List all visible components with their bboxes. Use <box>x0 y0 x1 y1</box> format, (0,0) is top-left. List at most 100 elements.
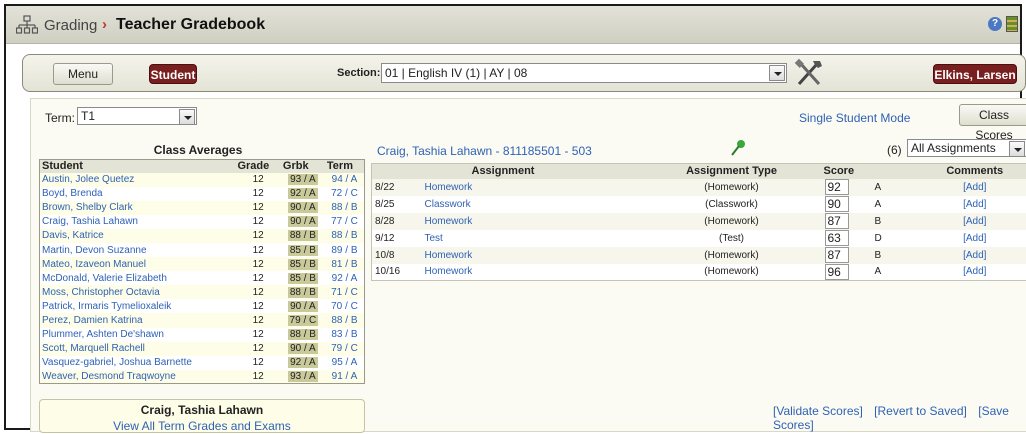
term-select[interactable]: T1 <box>77 107 197 125</box>
student-term[interactable]: 77 / C <box>324 214 365 229</box>
student-grbk: 88 / B <box>280 285 325 300</box>
app-window: Grading › Teacher Gradebook ? Menu Stude… <box>4 4 1026 433</box>
student-term[interactable]: 79 / C <box>324 341 365 356</box>
score-cell: 90 <box>821 195 872 213</box>
student-term[interactable]: 72 / C <box>324 186 365 201</box>
student-name-link[interactable]: Perez, Damien Katrina <box>39 313 236 328</box>
student-name-link[interactable]: Boyd, Brenda <box>39 186 236 201</box>
student-term[interactable]: 83 / B <box>324 327 365 342</box>
assignment-link[interactable]: Homework <box>421 178 642 196</box>
assignment-link[interactable]: Test <box>421 229 642 247</box>
student-name-link[interactable]: Moss, Christopher Octavia <box>39 285 236 300</box>
assignment-link[interactable]: Homework <box>421 212 642 230</box>
student-name-link[interactable]: Martin, Devon Suzanne <box>39 242 236 258</box>
student-name-link[interactable]: Craig, Tashia Lahawn <box>39 214 236 229</box>
help-icon[interactable]: ? <box>988 17 1002 31</box>
table-row[interactable]: Davis, Katrice 12 88 / B 88 / B <box>39 228 365 243</box>
score-input[interactable]: 90 <box>824 196 849 212</box>
add-comment-link[interactable]: [Add] <box>921 195 1026 213</box>
student-term[interactable]: 94 / A <box>324 172 365 187</box>
student-grade: 12 <box>235 257 281 272</box>
table-row[interactable]: Martin, Devon Suzanne 12 85 / B 89 / B <box>39 242 365 258</box>
score-input[interactable]: 87 <box>824 213 849 229</box>
selected-student-link[interactable]: Craig, Tashia Lahawn - 811185501 - 503 <box>377 144 592 158</box>
assignment-link[interactable]: Homework <box>421 246 642 264</box>
table-row[interactable]: McDonald, Valerie Elizabeth 12 85 / B 92 / … <box>39 271 365 286</box>
table-row[interactable]: Boyd, Brenda 12 92 / A 72 / C <box>39 186 365 201</box>
student-name-link[interactable]: Davis, Katrice <box>39 228 236 243</box>
add-comment-link[interactable]: [Add] <box>921 212 1026 230</box>
student-name-link[interactable]: Mateo, Izaveon Manuel <box>39 257 236 272</box>
student-grade: 12 <box>235 271 281 286</box>
table-row[interactable]: Patrick, Irmaris Tymelioxaleik 12 90 / A 70… <box>39 299 365 314</box>
validate-scores-link[interactable]: [Validate Scores] <box>773 404 863 418</box>
grbk-value: 79 / C <box>287 314 319 326</box>
menu-button[interactable]: Menu <box>53 63 113 85</box>
table-row[interactable]: Austin, Jolee Quetez 12 93 / A 94 / A <box>39 172 365 187</box>
single-student-mode-link[interactable]: Single Student Mode <box>799 111 910 125</box>
student-term[interactable]: 95 / A <box>324 355 365 370</box>
student-term[interactable]: 88 / B <box>324 200 365 215</box>
student-button[interactable]: Student <box>149 64 197 84</box>
pin-icon[interactable] <box>729 139 747 157</box>
chevron-down-icon[interactable] <box>769 65 785 81</box>
tools-icon[interactable] <box>793 58 825 88</box>
student-term[interactable]: 92 / A <box>324 271 365 286</box>
student-name-link[interactable]: McDonald, Valerie Elizabeth <box>39 271 236 286</box>
view-all-grades-link[interactable]: View All Term Grades and Exams <box>40 419 364 433</box>
add-comment-link[interactable]: [Add] <box>921 229 1026 247</box>
score-letter: B <box>871 246 922 264</box>
table-row[interactable]: Perez, Damien Katrina 12 79 / C 88 / B <box>39 313 365 328</box>
assignment-link[interactable]: Homework <box>421 263 642 281</box>
student-name-link[interactable]: Vasquez-gabriel, Joshua Barnette <box>39 355 236 370</box>
score-input[interactable]: 87 <box>824 247 849 263</box>
table-row[interactable]: Moss, Christopher Octavia 12 88 / B 71 / C <box>39 285 365 300</box>
assignment-link[interactable]: Classwork <box>421 195 642 213</box>
assignment-filter-select[interactable]: All Assignments <box>907 139 1026 157</box>
column-header: Comments <box>921 163 1026 179</box>
grbk-value: 90 / A <box>288 343 318 355</box>
revert-to-saved-link[interactable]: [Revert to Saved] <box>874 404 967 418</box>
score-input[interactable]: 63 <box>824 230 849 246</box>
student-term[interactable]: 71 / C <box>324 285 365 300</box>
table-row[interactable]: Plummer, Ashten De'shawn 12 88 / B 83 / B <box>39 327 365 342</box>
add-comment-link[interactable]: [Add] <box>921 246 1026 264</box>
grbk-value: 92 / A <box>288 188 318 200</box>
student-name-link[interactable]: Weaver, Desmond Traqwoyne <box>39 369 236 384</box>
score-cell: 92 <box>821 178 872 196</box>
student-grade: 12 <box>235 214 281 229</box>
score-input[interactable]: 92 <box>824 179 849 195</box>
student-term[interactable]: 91 / A <box>324 369 365 384</box>
add-comment-link[interactable]: [Add] <box>921 263 1026 281</box>
student-name-link[interactable]: Patrick, Irmaris Tymelioxaleik <box>39 299 236 314</box>
table-row[interactable]: Mateo, Izaveon Manuel 12 85 / B 81 / B <box>39 257 365 272</box>
student-grade: 12 <box>235 200 281 215</box>
student-grade: 12 <box>235 369 281 384</box>
teacher-button[interactable]: Elkins, Larsen <box>933 64 1017 84</box>
table-row[interactable]: Brown, Shelby Clark 12 90 / A 88 / B <box>39 200 365 215</box>
student-term[interactable]: 81 / B <box>324 257 365 272</box>
score-input[interactable]: 96 <box>824 263 849 280</box>
student-name-link[interactable]: Austin, Jolee Quetez <box>39 172 236 187</box>
student-name-link[interactable]: Brown, Shelby Clark <box>39 200 236 215</box>
table-row[interactable]: Weaver, Desmond Traqwoyne 12 93 / A 91 / A <box>39 369 365 384</box>
chevron-down-icon[interactable] <box>179 109 195 125</box>
add-comment-link[interactable]: [Add] <box>921 178 1026 196</box>
student-term[interactable]: 70 / C <box>324 299 365 314</box>
column-header: Term <box>324 159 365 173</box>
class-scores-button[interactable]: Class Scores <box>959 104 1026 142</box>
grbk-value: 85 / B <box>287 272 318 284</box>
table-row[interactable]: Vasquez-gabriel, Joshua Barnette 12 92 / A… <box>39 355 365 370</box>
table-row[interactable]: Craig, Tashia Lahawn 12 90 / A 77 / C <box>39 214 365 229</box>
student-name-link[interactable]: Scott, Marquell Rachell <box>39 341 236 356</box>
breadcrumb-grading[interactable]: Grading <box>44 17 97 34</box>
student-term[interactable]: 88 / B <box>324 228 365 243</box>
student-name-link[interactable]: Plummer, Ashten De'shawn <box>39 327 236 342</box>
grid-icon[interactable] <box>1006 16 1018 32</box>
table-row[interactable]: Scott, Marquell Rachell 12 90 / A 79 / C <box>39 341 365 356</box>
student-term[interactable]: 89 / B <box>324 242 365 258</box>
chevron-down-icon[interactable] <box>1009 141 1025 157</box>
section-select[interactable]: 01 | English IV (1) | AY | 08 <box>381 63 787 83</box>
student-term[interactable]: 88 / B <box>324 313 365 328</box>
score-cell: 96 <box>821 263 872 281</box>
